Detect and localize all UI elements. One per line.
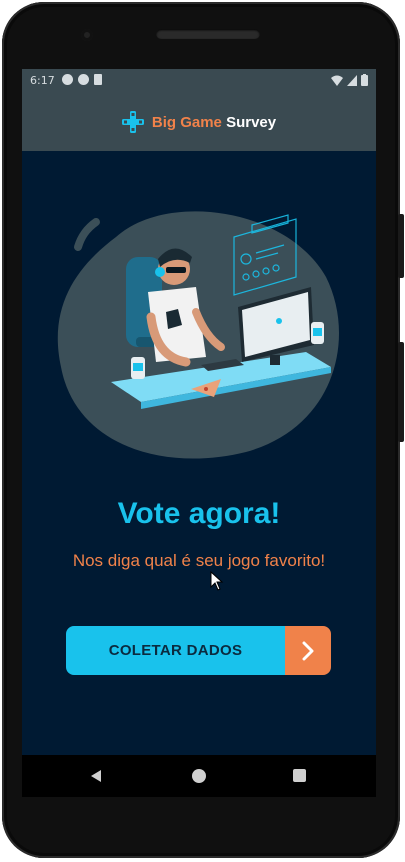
- brand-title: Big Game Survey: [152, 114, 276, 131]
- mouse-cursor-icon: [210, 571, 224, 591]
- status-time: 6:17: [30, 74, 55, 87]
- volume-button: [398, 214, 404, 278]
- app-header: Big Game Survey: [22, 93, 376, 151]
- earpiece-speaker: [156, 29, 260, 39]
- collect-data-arrow[interactable]: [285, 626, 331, 675]
- gamer-at-computer-illustration: [57, 211, 340, 459]
- home-icon[interactable]: [192, 769, 206, 783]
- battery-icon: [361, 74, 368, 86]
- status-bar: 6:17: [22, 69, 376, 93]
- gamepad-cross-icon: [121, 111, 144, 133]
- collect-data-button[interactable]: COLETAR DADOS: [66, 626, 331, 675]
- brand-title-part1: Big Game: [151, 113, 222, 131]
- page-title: Vote agora!: [117, 497, 281, 530]
- page-subtitle: Nos diga qual é seu jogo favorito!: [72, 551, 326, 570]
- back-icon[interactable]: [89, 769, 103, 783]
- notification-a-icon: [62, 74, 73, 85]
- brand-title-part2: Survey: [226, 113, 277, 131]
- power-button: [398, 342, 404, 442]
- recent-apps-icon[interactable]: [293, 769, 306, 782]
- sd-card-icon: [94, 74, 102, 85]
- chevron-right-icon: [302, 641, 314, 660]
- app-screen: 6:17 Big Game Survey Vote agora! Nos dig…: [22, 69, 376, 755]
- collect-data-button-label[interactable]: COLETAR DADOS: [66, 626, 285, 675]
- front-camera: [81, 29, 93, 41]
- notification-b-icon: [78, 74, 89, 85]
- system-nav-bar: [22, 755, 376, 797]
- wifi-icon: [331, 75, 343, 86]
- signal-icon: [347, 74, 357, 86]
